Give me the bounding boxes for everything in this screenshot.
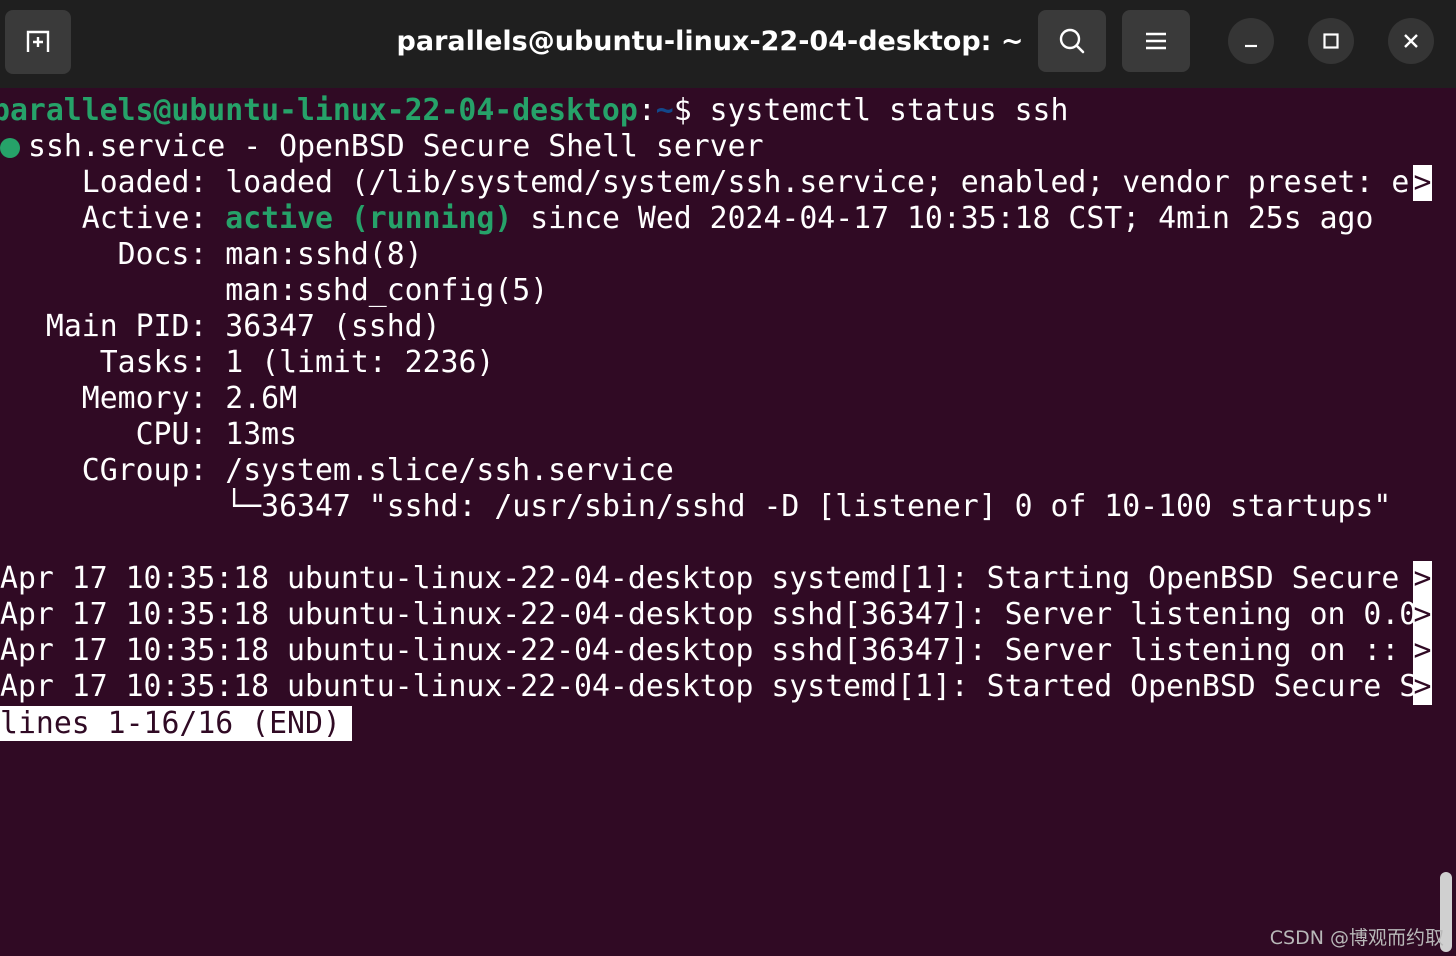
command-text: systemctl status ssh [709, 93, 1069, 128]
prompt-user-host: parallels@ubuntu-linux-22-04-desktop [0, 93, 638, 128]
window-title: parallels@ubuntu-linux-22-04-desktop: ~ [396, 26, 1024, 57]
memory-line: Memory: 2.6M [10, 381, 298, 416]
truncation-marker: > [1413, 597, 1432, 633]
truncation-marker: > [1413, 633, 1432, 669]
truncation-marker: > [1413, 561, 1432, 597]
tasks-line: Tasks: 1 (limit: 2236) [10, 345, 495, 380]
prompt-colon: : [637, 93, 656, 128]
docs-line: Docs: man:sshd(8) [10, 237, 423, 272]
maximize-button[interactable] [1308, 18, 1354, 64]
log-line: Apr 17 10:35:18 ubuntu-linux-22-04-deskt… [0, 597, 1418, 632]
title-bar: parallels@ubuntu-linux-22-04-desktop: ~ [0, 0, 1456, 88]
docs-line-2: man:sshd_config(5) [10, 273, 549, 308]
maximize-icon [1323, 33, 1339, 49]
cgroup-line: CGroup: /system.slice/ssh.service [10, 453, 674, 488]
active-line: Active: active (running) since Wed 2024-… [10, 201, 1374, 237]
menu-button[interactable] [1122, 10, 1190, 72]
hamburger-menu-icon [1146, 32, 1166, 50]
minimize-icon [1245, 44, 1257, 48]
watermark: CSDN @博观而约取 [1269, 927, 1444, 949]
new-tab-icon [26, 30, 50, 52]
prompt-path: ~ [655, 93, 674, 128]
pager-status: lines 1-16/16 (END) [0, 706, 352, 741]
search-button[interactable] [1038, 10, 1106, 72]
prompt-line: parallels@ubuntu-linux-22-04-desktop:~$ … [0, 93, 1068, 129]
loaded-line: Loaded: loaded (/lib/systemd/system/ssh.… [10, 165, 1410, 200]
active-label: Active: [10, 201, 226, 236]
new-tab-button[interactable] [5, 10, 71, 74]
active-since: since Wed 2024-04-17 10:35:18 CST; 4min … [512, 201, 1374, 236]
terminal-window: parallels@ubuntu-linux-22-04-desktop: ~ [0, 0, 1456, 956]
prompt-dollar: $ [673, 93, 710, 128]
main-pid-line: Main PID: 36347 (sshd) [10, 309, 441, 344]
truncation-marker: > [1413, 165, 1432, 201]
truncation-marker: > [1413, 669, 1432, 705]
log-line: Apr 17 10:35:18 ubuntu-linux-22-04-deskt… [0, 669, 1418, 704]
active-status: active (running) [225, 201, 513, 236]
search-icon [1059, 28, 1085, 54]
log-line: Apr 17 10:35:18 ubuntu-linux-22-04-deskt… [0, 561, 1418, 596]
status-dot-icon [0, 138, 20, 158]
cgroup-tree-line: └─36347 "sshd: /usr/sbin/sshd -D [listen… [10, 489, 1392, 524]
service-title: ssh.service - OpenBSD Secure Shell serve… [28, 129, 764, 164]
terminal-output[interactable]: parallels@ubuntu-linux-22-04-desktop:~$ … [0, 93, 1440, 953]
minimize-button[interactable] [1228, 18, 1274, 64]
log-line: Apr 17 10:35:18 ubuntu-linux-22-04-deskt… [0, 633, 1418, 668]
cpu-line: CPU: 13ms [10, 417, 298, 452]
close-button[interactable] [1388, 18, 1434, 64]
service-line: ssh.service - OpenBSD Secure Shell serve… [0, 129, 764, 165]
close-icon [1404, 34, 1418, 48]
